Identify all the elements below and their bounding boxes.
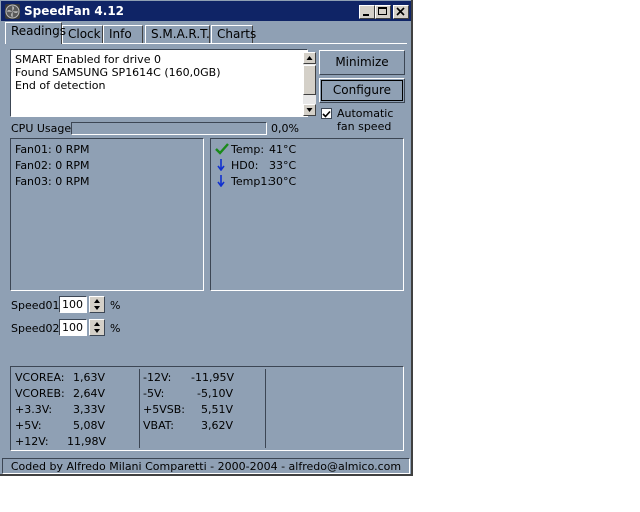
fan-value: 0 RPM	[55, 175, 90, 188]
cpu-usage-bar	[71, 122, 267, 135]
speed02-stepper[interactable]	[89, 319, 105, 336]
voltage-value: 3,33V	[73, 403, 106, 416]
temp-label: Temp:	[231, 143, 265, 156]
tab-clock[interactable]: Clock	[62, 25, 103, 43]
tab-info-label: Info	[109, 27, 132, 41]
voltage-label: -5V:	[143, 387, 165, 400]
speed01-stepper[interactable]	[89, 296, 105, 313]
voltage-value: 3,62V	[201, 419, 234, 432]
fan-row: Fan02: 0 RPM	[15, 159, 90, 172]
voltage-label: +5V:	[15, 419, 42, 432]
temp-value: 33°C	[269, 159, 297, 172]
speed01-unit: %	[110, 299, 121, 312]
voltage-label: -12V:	[143, 371, 172, 384]
temp-label: HD0:	[231, 159, 259, 172]
voltage-value: 5,08V	[73, 419, 106, 432]
spin-arrows-icon	[94, 322, 100, 333]
tab-info[interactable]: Info	[103, 25, 143, 43]
log-line: End of detection	[15, 79, 106, 92]
fan-speed-label: fan speed	[337, 120, 392, 133]
voltage-label: +3.3V:	[15, 403, 53, 416]
fan-value: 0 RPM	[55, 143, 90, 156]
spin-arrows-icon	[94, 299, 100, 310]
configure-button-label: Configure	[332, 83, 392, 97]
temps-panel: Temp: 41°C HD0: 33°C Temp1: 30°C	[210, 138, 404, 291]
voltage-label: +12V:	[15, 435, 49, 448]
tab-divider	[5, 43, 407, 44]
temp-label: Temp1:	[231, 175, 272, 188]
automatic-label: Automatic	[337, 107, 394, 120]
tab-clock-label: Clock	[68, 27, 101, 41]
footer-credits: Coded by Alfredo Milani Comparetti - 200…	[2, 458, 410, 474]
configure-button[interactable]: Configure	[319, 78, 405, 103]
fan-row: Fan03: 0 RPM	[15, 175, 90, 188]
speed01-input[interactable]: 100	[59, 296, 87, 313]
fan-row: Fan01: 0 RPM	[15, 143, 90, 156]
fan-value: 0 RPM	[55, 159, 90, 172]
temp-value: 41°C	[269, 143, 297, 156]
minimize-window-button[interactable]	[359, 5, 375, 19]
fan-icon[interactable]	[5, 4, 20, 19]
check-icon	[215, 143, 229, 158]
title-bar[interactable]: SpeedFan 4.12	[1, 1, 411, 21]
fan-label: Fan01:	[15, 143, 52, 156]
automatic-fan-speed-checkbox[interactable]	[321, 108, 332, 119]
cpu-usage-value: 0,0%	[271, 122, 299, 135]
speedfan-window: SpeedFan 4.12 Readings Clock Info S.M.A.…	[0, 0, 413, 476]
speed02-unit: %	[110, 322, 121, 335]
log-line: SMART Enabled for drive 0	[15, 53, 161, 66]
maximize-window-button[interactable]	[375, 5, 391, 19]
voltage-value: 11,98V	[67, 435, 107, 448]
tab-readings[interactable]: Readings	[5, 22, 66, 44]
tab-readings-label: Readings	[11, 24, 66, 38]
temp-value: 30°C	[269, 175, 297, 188]
close-window-button[interactable]	[393, 5, 409, 19]
voltage-label: VCOREB:	[15, 387, 65, 400]
minimize-button[interactable]: Minimize	[319, 50, 405, 75]
arrow-down-icon	[217, 159, 225, 174]
tab-charts-label: Charts	[217, 27, 257, 41]
voltage-value: -11,95V	[191, 371, 234, 384]
voltage-divider	[265, 369, 266, 448]
arrow-down-icon	[217, 175, 225, 190]
log-box[interactable]: SMART Enabled for drive 0 Found SAMSUNG …	[10, 49, 316, 117]
cpu-usage-label: CPU Usage	[11, 122, 72, 135]
checkmark-icon	[322, 110, 331, 118]
log-line: Found SAMSUNG SP1614C (160,0GB)	[15, 66, 221, 79]
log-scrollbar[interactable]	[303, 52, 316, 116]
voltages-panel: VCOREA: 1,63V VCOREB: 2,64V +3.3V: 3,33V…	[10, 366, 404, 451]
voltage-label: VCOREA:	[15, 371, 65, 384]
voltage-value: -5,10V	[197, 387, 233, 400]
scroll-thumb[interactable]	[303, 65, 316, 95]
voltage-divider	[139, 369, 140, 448]
voltage-label: +5VSB:	[143, 403, 185, 416]
scroll-up-button[interactable]	[303, 52, 316, 64]
voltage-value: 2,64V	[73, 387, 106, 400]
tab-charts[interactable]: Charts	[211, 25, 257, 43]
fans-panel: Fan01: 0 RPM Fan02: 0 RPM Fan03: 0 RPM	[10, 138, 204, 291]
minimize-button-label: Minimize	[335, 55, 389, 69]
voltage-label: VBAT:	[143, 419, 174, 432]
tab-smart[interactable]: S.M.A.R.T.	[145, 25, 210, 43]
window-title: SpeedFan 4.12	[24, 4, 125, 18]
voltage-value: 1,63V	[73, 371, 106, 384]
speed02-label: Speed02:	[11, 322, 64, 335]
speed01-label: Speed01:	[11, 299, 64, 312]
scroll-down-button[interactable]	[303, 104, 316, 116]
speed02-input[interactable]: 100	[59, 319, 87, 336]
fan-label: Fan03:	[15, 175, 52, 188]
tab-smart-label: S.M.A.R.T.	[151, 27, 210, 41]
fan-label: Fan02:	[15, 159, 52, 172]
voltage-value: 5,51V	[201, 403, 234, 416]
